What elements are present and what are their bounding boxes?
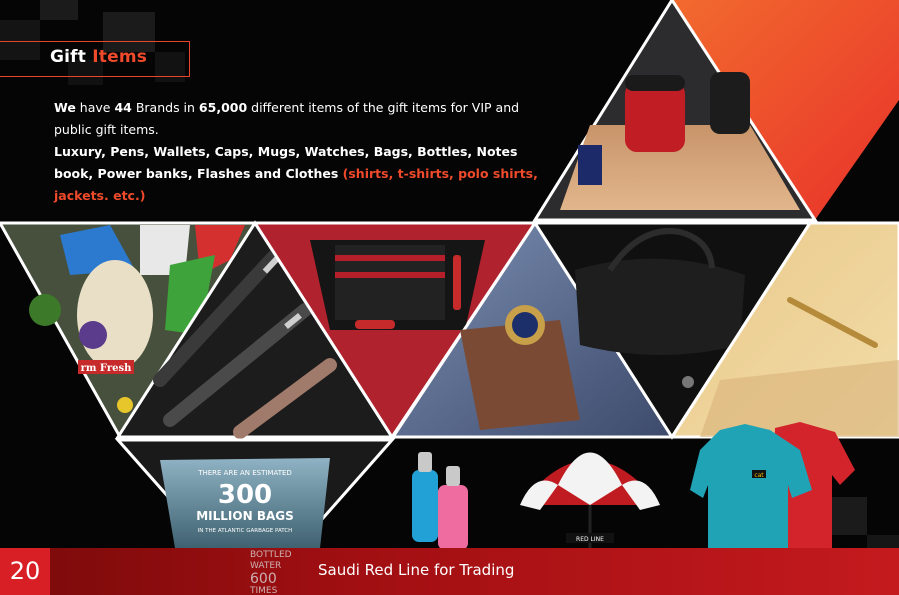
bag-print (79, 321, 107, 349)
decor-square (832, 497, 867, 535)
notebook-stripe (335, 272, 445, 278)
pink-bottle (438, 485, 468, 550)
bottle-cap (446, 466, 460, 486)
mug-number: 300 (218, 480, 272, 510)
speaker-blue (578, 145, 602, 185)
bottled-line: TIMES (250, 586, 278, 595)
bottled-number: 600 (250, 571, 277, 587)
lemon (117, 397, 133, 413)
polo-shirts: cat (690, 422, 855, 565)
duffel-bag (575, 258, 745, 355)
watch-dial (512, 312, 538, 338)
speaker-red-top (625, 75, 685, 91)
notebook-stripe (335, 255, 445, 261)
product-collage: rm Fresh THERE ARE AN ESTIMATED 300 MILL… (0, 0, 899, 595)
brochure-page: Gift Items We have 44 Brands in 65,000 d… (0, 0, 899, 595)
mug-text: IN THE ATLANTIC GARBAGE PATCH (198, 528, 293, 534)
umbrella: RED LINE (520, 452, 660, 555)
umbrella-logo: RED LINE (576, 536, 604, 543)
basil-plant (29, 294, 61, 326)
polo-logo: cat (754, 472, 764, 479)
keychain (355, 320, 395, 329)
cufflink (682, 376, 694, 388)
blue-bottle (412, 470, 438, 542)
bottle-overlay-text: BOTTLED WATER 600 TIMES (250, 550, 292, 595)
bag-label: rm Fresh (81, 363, 133, 374)
speaker-black (710, 72, 750, 134)
page-number: 20 (0, 548, 50, 595)
mug-text: MILLION BAGS (196, 509, 294, 523)
box-pen (453, 255, 461, 310)
company-name: Saudi Red Line for Trading (318, 561, 515, 579)
speaker-red (625, 82, 685, 152)
bottle-cap (418, 452, 432, 472)
cotton-bag (77, 260, 153, 370)
bottled-line: BOTTLED (250, 550, 292, 560)
mug-text: THERE ARE AN ESTIMATED (197, 469, 292, 477)
